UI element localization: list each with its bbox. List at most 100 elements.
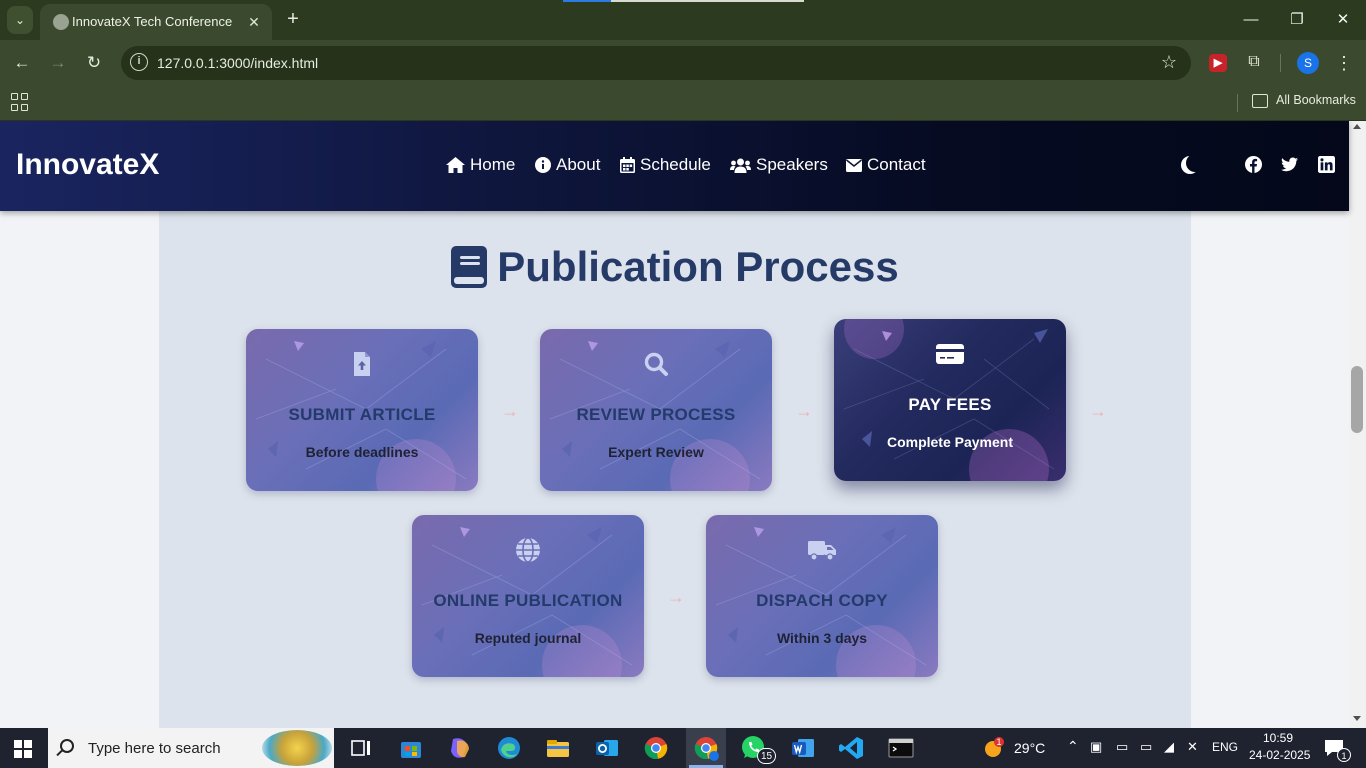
browser-toolbar: ← → ↻ i 127.0.0.1:3000/index.html ☆ xyxy=(0,40,1366,86)
copilot-icon[interactable] xyxy=(445,733,475,763)
battery-icon[interactable]: ▭ xyxy=(1140,739,1152,755)
all-bookmarks-link[interactable]: All Bookmarks xyxy=(1276,93,1356,107)
search-icon xyxy=(60,739,74,753)
new-tab-button[interactable]: + xyxy=(282,8,304,30)
tab-title: InnovateX Tech Conference xyxy=(72,14,233,29)
step-card-pay-fees[interactable]: PAY FEES Complete Payment xyxy=(834,319,1066,481)
nav-contact-label: Contact xyxy=(867,155,926,174)
terminal-icon[interactable] xyxy=(886,733,916,763)
arrow-right-icon: → xyxy=(1089,401,1107,421)
step-title: DISPACH COPY xyxy=(756,591,888,610)
site-info-icon[interactable]: i xyxy=(130,53,148,71)
step-card-review-process[interactable]: REVIEW PROCESS Expert Review xyxy=(540,329,772,491)
extensions-puzzle-icon[interactable]: ⧉ xyxy=(1243,51,1265,73)
arrow-right-icon: → xyxy=(501,401,519,421)
scroll-up-arrow-icon[interactable] xyxy=(1353,124,1361,129)
meet-tray-icon[interactable]: ▭ xyxy=(1116,739,1128,755)
taskbar-search-placeholder[interactable]: Type here to search xyxy=(88,740,221,757)
bookmark-star-icon[interactable]: ☆ xyxy=(1161,52,1177,73)
arrow-right-icon: → xyxy=(667,587,685,607)
moon-icon[interactable] xyxy=(1186,154,1204,172)
outlook-icon[interactable] xyxy=(592,733,622,763)
nav-speakers[interactable]: Speakers xyxy=(730,155,828,175)
network-icon[interactable]: ◢ xyxy=(1164,739,1174,755)
info-icon xyxy=(535,157,551,173)
windows-taskbar: Type here to search 15 1 29°C ⌃ ▣ ▭ ▭ ◢ … xyxy=(0,728,1366,768)
vscode-icon[interactable] xyxy=(837,733,867,763)
scrollbar-thumb[interactable] xyxy=(1351,366,1363,433)
word-icon[interactable] xyxy=(788,733,818,763)
section-heading: Publication Process xyxy=(159,243,1191,291)
microsoft-store-icon[interactable] xyxy=(396,733,426,763)
step-card-online-publication[interactable]: ONLINE PUBLICATION Reputed journal xyxy=(412,515,644,677)
tab-close-icon[interactable]: ✕ xyxy=(244,12,264,32)
home-icon xyxy=(446,157,465,173)
windows-start-icon[interactable] xyxy=(14,740,32,758)
scroll-down-arrow-icon[interactable] xyxy=(1353,716,1361,721)
step-title: ONLINE PUBLICATION xyxy=(433,591,623,610)
security-tray-icon[interactable]: ▣ xyxy=(1090,739,1102,755)
facebook-icon[interactable] xyxy=(1245,156,1262,173)
step-card-submit-article[interactable]: SUBMIT ARTICLE Before deadlines xyxy=(246,329,478,491)
step-title: PAY FEES xyxy=(908,395,992,414)
file-explorer-icon[interactable] xyxy=(543,733,573,763)
apps-grid-icon[interactable] xyxy=(11,93,29,111)
tab-search-button[interactable]: ⌄ xyxy=(7,6,33,34)
profile-avatar[interactable]: S xyxy=(1297,52,1319,74)
page-scrollbar[interactable] xyxy=(1349,121,1366,728)
step-subtitle: Expert Review xyxy=(608,444,704,460)
bookmarks-divider xyxy=(1237,94,1238,112)
edge-browser-icon[interactable] xyxy=(494,733,524,763)
clock-time[interactable]: 10:59 xyxy=(1263,731,1293,745)
nav-speakers-label: Speakers xyxy=(756,155,828,174)
nav-about[interactable]: About xyxy=(535,155,600,175)
site-logo[interactable]: InnovateX xyxy=(16,148,159,182)
taskbar-search-box[interactable]: Type here to search xyxy=(48,728,334,768)
nav-about-label: About xyxy=(556,155,601,174)
weather-temperature[interactable]: 29°C xyxy=(1014,740,1045,756)
arrow-right-icon: → xyxy=(795,401,813,421)
address-bar[interactable]: i 127.0.0.1:3000/index.html ☆ xyxy=(121,46,1191,80)
nav-schedule-label: Schedule xyxy=(640,155,711,174)
forward-button[interactable]: → xyxy=(46,51,70,75)
show-hidden-icons-icon[interactable]: ⌃ xyxy=(1067,738,1079,755)
truck-icon xyxy=(808,541,836,561)
browser-menu-icon[interactable]: ⋮ xyxy=(1334,52,1354,74)
chrome-profile-active-window[interactable] xyxy=(686,728,726,768)
restore-button[interactable]: ❐ xyxy=(1282,8,1312,32)
url-text[interactable]: 127.0.0.1:3000/index.html xyxy=(157,55,318,71)
whatsapp-badge: 15 xyxy=(757,748,776,764)
browser-tab-bar: ⌄ InnovateX Tech Conference ✕ + — ❐ ✕ xyxy=(0,0,1366,40)
language-indicator[interactable]: ENG xyxy=(1212,740,1238,754)
window-drag-indicator xyxy=(563,0,804,2)
nav-schedule[interactable]: Schedule xyxy=(620,155,711,175)
notification-badge: 1 xyxy=(1337,748,1351,762)
file-upload-icon xyxy=(354,352,370,376)
step-card-dispatch-copy[interactable]: DISPACH COPY Within 3 days xyxy=(706,515,938,677)
back-button[interactable]: ← xyxy=(10,51,34,75)
publication-process-section: Publication Process SUBMIT ARTICLE Befor… xyxy=(159,211,1191,728)
toolbar-divider xyxy=(1280,54,1281,72)
chrome-icon[interactable] xyxy=(641,733,671,763)
extension-red-icon[interactable]: ▶ xyxy=(1209,54,1227,72)
tab-favicon-icon xyxy=(53,14,69,30)
step-subtitle: Within 3 days xyxy=(776,630,868,646)
globe-icon xyxy=(516,537,540,563)
minimize-button[interactable]: — xyxy=(1236,8,1266,32)
reload-button[interactable]: ↻ xyxy=(82,51,106,75)
close-window-button[interactable]: ✕ xyxy=(1328,8,1358,32)
step-title: SUBMIT ARTICLE xyxy=(288,405,436,424)
envelope-icon xyxy=(846,158,862,172)
clock-date[interactable]: 24-02-2025 xyxy=(1249,748,1310,762)
twitter-icon[interactable] xyxy=(1281,156,1298,173)
volume-muted-icon[interactable]: ✕ xyxy=(1187,739,1198,755)
linkedin-icon[interactable] xyxy=(1318,156,1335,173)
nav-home[interactable]: Home xyxy=(446,155,515,175)
task-view-icon[interactable] xyxy=(346,733,376,763)
calendar-icon xyxy=(620,157,635,173)
step-subtitle: Before deadlines xyxy=(305,444,419,460)
step-subtitle: Complete Payment xyxy=(886,434,1014,450)
browser-tab[interactable]: InnovateX Tech Conference ✕ xyxy=(40,4,272,40)
nav-contact[interactable]: Contact xyxy=(846,155,926,175)
folder-icon[interactable] xyxy=(1252,94,1268,108)
